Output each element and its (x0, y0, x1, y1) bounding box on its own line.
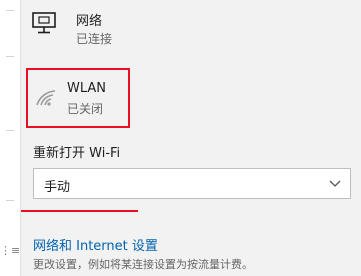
list-icon[interactable]: ⋮≡ (0, 244, 20, 258)
network-settings-description: 更改设置，例如将某连接设置为按流量计费。 (33, 258, 253, 271)
monitor-icon (32, 12, 56, 34)
strip-divider (6, 200, 14, 201)
highlight-underline (21, 210, 138, 212)
chevron-down-icon (329, 180, 341, 187)
network-settings-link[interactable]: 网络和 Internet 设置 (33, 235, 158, 254)
dropdown-selected-value: 手动 (44, 180, 71, 195)
wlan-item[interactable]: WLAN 已关闭 (26, 68, 130, 128)
strip-divider (6, 56, 14, 57)
wlan-status: 已关闭 (67, 102, 104, 116)
reopen-wifi-dropdown[interactable]: 手动 (33, 168, 351, 199)
strip-divider (6, 130, 14, 131)
strip-divider (6, 10, 14, 11)
network-flyout-panel: 网络 已连接 WLAN 已关闭 重新打开 Wi-Fi 手动 网络和 Intern… (21, 0, 361, 276)
network-title: 网络 (76, 14, 103, 29)
wifi-icon (36, 90, 56, 106)
network-connection-item[interactable]: 网络 已连接 (31, 4, 271, 52)
left-side-strip: ⋮≡ (0, 0, 21, 276)
reopen-wifi-label: 重新打开 Wi-Fi (33, 146, 121, 161)
wlan-title: WLAN (67, 81, 107, 96)
network-status: 已连接 (76, 32, 113, 46)
